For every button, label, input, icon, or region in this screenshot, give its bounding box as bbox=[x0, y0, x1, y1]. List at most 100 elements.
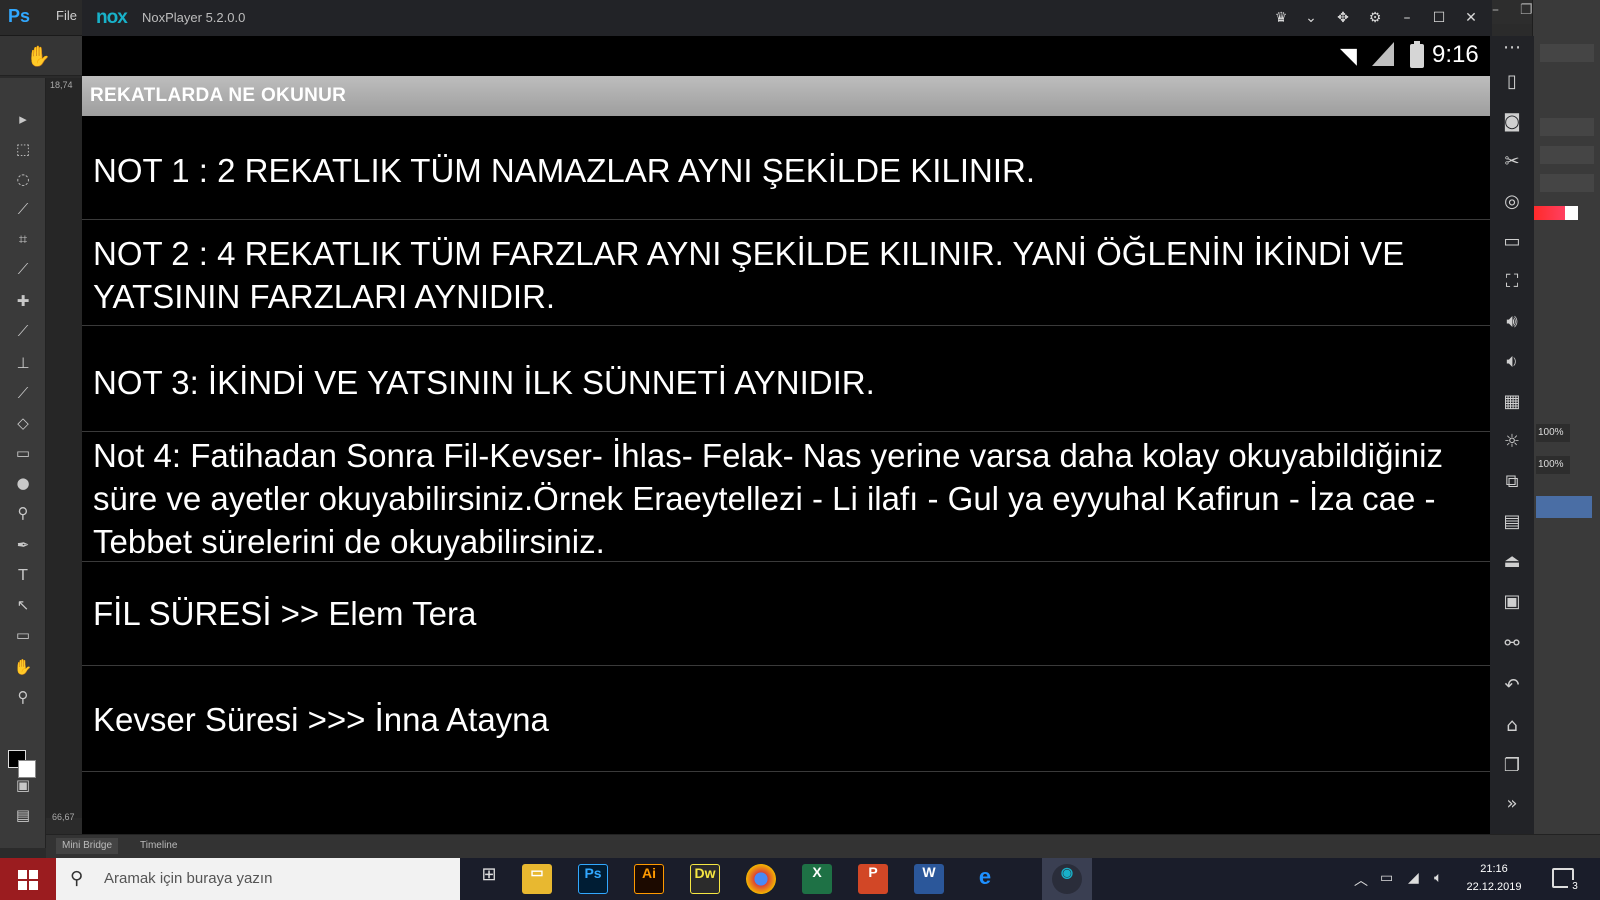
wifi-icon: ◥ bbox=[1340, 44, 1357, 69]
photoshop-bottom-panel bbox=[46, 834, 1600, 858]
quick-select-tool-icon[interactable]: ⟋ bbox=[10, 198, 36, 220]
fullscreen-icon[interactable]: ⛶ bbox=[1500, 270, 1524, 294]
account-icon[interactable]: ♛ bbox=[1270, 8, 1292, 28]
keyboard-icon[interactable]: ▤ bbox=[1500, 510, 1524, 534]
panel-control[interactable] bbox=[1540, 118, 1594, 136]
list-item[interactable]: NOT 1 : 2 REKATLIK TÜM NAMAZLAR AYNI ŞEK… bbox=[82, 116, 1490, 220]
dreamweaver-icon[interactable]: Dw bbox=[690, 864, 720, 894]
shape-tool-icon[interactable]: ▭ bbox=[10, 624, 36, 646]
path-select-tool-icon[interactable]: ↖ bbox=[10, 594, 36, 616]
home-icon[interactable]: ⌂ bbox=[1500, 714, 1524, 738]
scissors-icon[interactable]: ✂ bbox=[1500, 150, 1524, 174]
photoshop-ruler bbox=[46, 78, 82, 818]
menu-file[interactable]: File bbox=[56, 8, 77, 23]
quick-mask-icon[interactable]: ▣ bbox=[10, 774, 36, 796]
notification-count: 3 bbox=[1568, 880, 1582, 894]
signal-icon bbox=[1372, 42, 1394, 66]
list-item[interactable]: Kevser Süresi >>> İnna Atayna bbox=[82, 666, 1490, 772]
photoshop-icon[interactable]: Ps bbox=[578, 864, 608, 894]
link-icon[interactable]: ⚯ bbox=[1500, 632, 1524, 656]
color-ramp[interactable] bbox=[1534, 206, 1578, 220]
dodge-tool-icon[interactable]: ⚲ bbox=[10, 502, 36, 524]
history-brush-tool-icon[interactable]: ⟋ bbox=[10, 382, 36, 404]
panel-control[interactable] bbox=[1540, 174, 1594, 192]
location-icon[interactable]: ◎ bbox=[1500, 190, 1524, 214]
tab-timeline[interactable]: Timeline bbox=[134, 838, 184, 854]
list-item[interactable]: Not 4: Fatihadan Sonra Fil-Kevser- İhlas… bbox=[82, 432, 1490, 562]
multi-instance-icon[interactable]: ⧉ bbox=[1500, 470, 1524, 494]
search-input[interactable]: Aramak için buraya yazın bbox=[104, 870, 272, 887]
battery-tray-icon[interactable]: ▭ bbox=[1380, 870, 1393, 886]
hand-tool-icon[interactable]: ✋ bbox=[26, 44, 51, 68]
type-tool-icon[interactable]: T bbox=[10, 564, 36, 586]
apk-install-icon[interactable]: ▦ bbox=[1500, 390, 1524, 414]
pen-tool-icon[interactable]: ✒ bbox=[10, 534, 36, 556]
minimize-icon[interactable]: – bbox=[1492, 2, 1499, 18]
windows-logo-icon bbox=[18, 870, 38, 890]
blur-tool-icon[interactable]: ● bbox=[10, 472, 36, 494]
eraser-tool-icon[interactable]: ◇ bbox=[10, 412, 36, 434]
tray-chevron-icon[interactable]: ︿ bbox=[1354, 870, 1368, 890]
macro-icon[interactable]: ▣ bbox=[1500, 590, 1524, 614]
task-view-icon[interactable]: ⊞ bbox=[474, 864, 504, 894]
panel-control[interactable] bbox=[1540, 44, 1594, 62]
edge-icon[interactable]: e bbox=[970, 864, 1000, 894]
app-manager-icon[interactable]: ▯ bbox=[1500, 70, 1524, 94]
photoshop-logo: Ps bbox=[8, 6, 31, 26]
opacity-field[interactable]: 100% bbox=[1536, 424, 1570, 442]
word-icon[interactable]: W bbox=[914, 864, 944, 894]
maximize-icon[interactable]: ☐ bbox=[1428, 8, 1450, 28]
screen-mode-icon[interactable]: ▤ bbox=[10, 804, 36, 826]
panel-control[interactable] bbox=[1540, 146, 1594, 164]
minimize-icon[interactable]: – bbox=[1396, 8, 1418, 28]
volume-up-icon[interactable]: 🔊︎ bbox=[1500, 310, 1524, 334]
zoom-readout: 18,74 bbox=[50, 80, 73, 90]
volume-down-icon[interactable]: 🔉︎ bbox=[1500, 350, 1524, 374]
list-item[interactable]: NOT 2 : 4 REKATLIK TÜM FARZLAR AYNI ŞEKİ… bbox=[82, 220, 1490, 326]
more-icon[interactable]: ⋯ bbox=[1500, 36, 1524, 60]
brush-tool-icon[interactable]: ⟋ bbox=[10, 320, 36, 342]
gradient-tool-icon[interactable]: ▭ bbox=[10, 442, 36, 464]
stamp-tool-icon[interactable]: ⊥ bbox=[10, 352, 36, 374]
network-icon[interactable]: ◢ bbox=[1408, 870, 1419, 886]
shake-icon[interactable]: ⏏ bbox=[1500, 550, 1524, 574]
move-tool-icon[interactable]: ▸ bbox=[10, 108, 36, 130]
chevron-down-icon[interactable]: ⌄ bbox=[1300, 8, 1322, 28]
fill-field[interactable]: 100% bbox=[1536, 456, 1570, 474]
crop-tool-icon[interactable]: ⌗ bbox=[10, 228, 36, 250]
lasso-tool-icon[interactable]: ◌ bbox=[10, 168, 36, 190]
recent-apps-icon[interactable]: ❐ bbox=[1500, 754, 1524, 778]
expand-icon[interactable]: » bbox=[1500, 792, 1524, 816]
list-item-text: NOT 3: İKİNDİ VE YATSININ İLK SÜNNETİ AY… bbox=[93, 364, 875, 401]
nox-taskbar-icon[interactable]: ◉ bbox=[1052, 864, 1082, 894]
tab-mini-bridge[interactable]: Mini Bridge bbox=[56, 838, 119, 854]
taskbar-clock[interactable]: 21:16 22.12.2019 bbox=[1464, 860, 1524, 896]
excel-icon[interactable]: X bbox=[802, 864, 832, 894]
illustrator-icon[interactable]: Ai bbox=[634, 864, 664, 894]
settings-icon[interactable]: ⚙ bbox=[1364, 8, 1386, 28]
chrome-icon[interactable] bbox=[746, 864, 776, 894]
clock-time: 21:16 bbox=[1480, 863, 1508, 875]
healing-tool-icon[interactable]: ✚ bbox=[10, 290, 36, 312]
list-item-text: Not 4: Fatihadan Sonra Fil-Kevser- İhlas… bbox=[93, 437, 1443, 560]
marquee-tool-icon[interactable]: ⬚ bbox=[10, 138, 36, 160]
pin-icon[interactable]: ✥ bbox=[1332, 8, 1354, 28]
screen-icon[interactable]: ▭ bbox=[1500, 230, 1524, 254]
file-explorer-icon[interactable]: ▭ bbox=[522, 864, 552, 894]
zoom-tool-icon[interactable]: ⚲ bbox=[10, 686, 36, 708]
selected-layer[interactable] bbox=[1536, 496, 1592, 518]
close-icon[interactable]: ✕ bbox=[1460, 8, 1482, 28]
brightness-icon[interactable]: ☼ bbox=[1500, 430, 1524, 454]
screenshot-icon[interactable]: ◙ bbox=[1500, 110, 1524, 134]
search-icon: ⚲ bbox=[70, 868, 84, 889]
hand-tool-icon[interactable]: ✋ bbox=[10, 656, 36, 678]
speaker-icon[interactable]: 🔈︎ bbox=[1434, 870, 1442, 886]
clock-date: 22.12.2019 bbox=[1466, 881, 1522, 893]
restore-icon[interactable]: ❐ bbox=[1520, 2, 1533, 18]
list-item[interactable]: NOT 3: İKİNDİ VE YATSININ İLK SÜNNETİ AY… bbox=[82, 326, 1490, 432]
eyedropper-tool-icon[interactable]: ⟋ bbox=[10, 258, 36, 280]
back-icon[interactable]: ↶ bbox=[1500, 674, 1524, 698]
list-item-text: NOT 1 : 2 REKATLIK TÜM NAMAZLAR AYNI ŞEK… bbox=[93, 152, 1035, 189]
powerpoint-icon[interactable]: P bbox=[858, 864, 888, 894]
list-item[interactable]: FİL SÜRESİ >> Elem Tera bbox=[82, 562, 1490, 666]
